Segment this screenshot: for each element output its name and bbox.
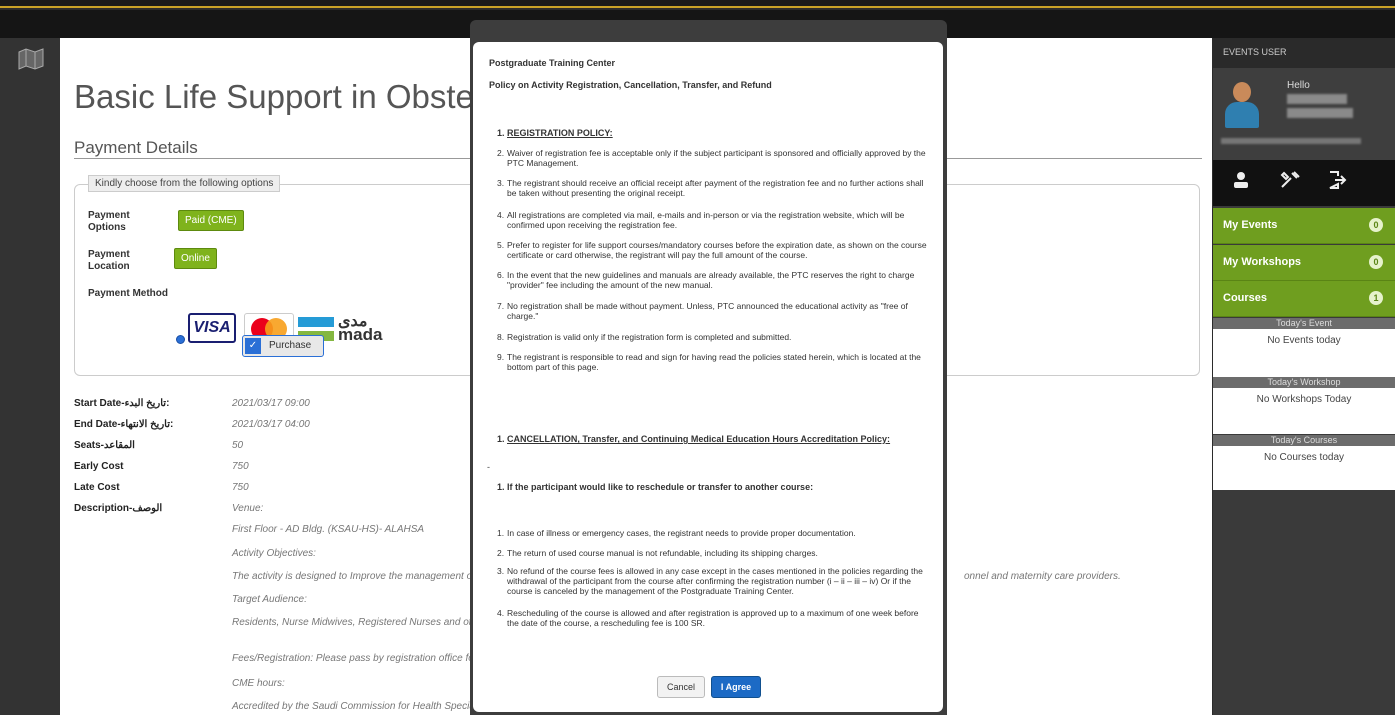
registration-heading: 1. REGISTRATION POLICY:	[497, 128, 613, 138]
todays-courses-box: No Courses today	[1213, 446, 1395, 490]
cancel-button[interactable]: Cancel	[657, 676, 705, 698]
detail-label: Seats-المقاعد	[74, 440, 135, 451]
menu-label: My Workshops	[1223, 256, 1302, 268]
menu-label: My Events	[1223, 219, 1278, 231]
detail-label: End Date-تاريخ الانتهاء:	[74, 419, 174, 430]
page-title: Basic Life Support in Obstetric	[74, 78, 518, 115]
count-badge: 1	[1369, 291, 1383, 305]
user-toolbar	[1213, 160, 1395, 206]
todays-workshop-box: No Workshops Today	[1213, 388, 1395, 434]
detail-value: 750	[232, 482, 249, 493]
hello-text: Hello	[1287, 80, 1310, 91]
modal-policy-title: Policy on Activity Registration, Cancell…	[489, 80, 772, 90]
todays-event-header: Today's Event	[1213, 318, 1395, 329]
mada-text: mada	[338, 325, 383, 344]
separator-dash: -	[487, 462, 490, 472]
left-nav-column	[0, 38, 60, 715]
description-line: The activity is designed to Improve the …	[232, 571, 475, 582]
todays-courses-header: Today's Courses	[1213, 435, 1395, 446]
description-line: Fees/Registration: Please pass by regist…	[232, 653, 478, 664]
tools-icon[interactable]	[1279, 170, 1301, 196]
todays-event-box: No Events today	[1213, 329, 1395, 377]
section-title: Payment Details	[74, 138, 198, 157]
user-card: Hello	[1213, 68, 1395, 160]
count-badge: 0	[1369, 218, 1383, 232]
registration-heading-text: REGISTRATION POLICY:	[507, 128, 613, 138]
modal-org: Postgraduate Training Center	[489, 58, 616, 68]
avatar	[1223, 82, 1261, 130]
purchase-label: Purchase	[269, 340, 312, 351]
reschedule-heading-text: If the participant would like to resched…	[507, 482, 814, 492]
description-line: Residents, Nurse Midwives, Registered Nu…	[232, 617, 483, 628]
detail-value: 750	[232, 461, 249, 472]
description-line: Accredited by the Saudi Commission for H…	[232, 701, 478, 712]
sidebar-header: EVENTS USER	[1213, 38, 1395, 68]
detail-label: Early Cost	[74, 461, 124, 472]
payment-method-radio[interactable]	[176, 335, 185, 344]
policy-modal: Postgraduate Training Center Policy on A…	[473, 42, 943, 712]
options-legend: Kindly choose from the following options	[88, 175, 281, 192]
purchase-button[interactable]: ✓ Purchase	[242, 335, 324, 357]
agree-button[interactable]: I Agree	[711, 676, 761, 698]
payment-options-button[interactable]: Paid (CME)	[178, 210, 244, 231]
redacted-name	[1287, 108, 1353, 118]
payment-options-label: Payment Options	[88, 210, 130, 233]
count-badge: 0	[1369, 255, 1383, 269]
redacted-email	[1221, 138, 1361, 144]
detail-value: Venue:	[232, 503, 264, 514]
description-line: Activity Objectives:	[232, 548, 316, 559]
payment-location-button[interactable]: Online	[174, 248, 217, 269]
check-icon: ✓	[245, 338, 261, 354]
todays-workshop-header: Today's Workshop	[1213, 377, 1395, 388]
menu-label: Courses	[1223, 292, 1268, 304]
map-icon[interactable]	[18, 48, 44, 70]
detail-label: Description-الوصف	[74, 503, 163, 514]
menu-courses[interactable]: Courses 1	[1213, 281, 1395, 317]
description-line: First Floor - AD Bldg. (KSAU-HS)- ALAHSA	[232, 524, 425, 535]
payment-location-label: Payment Location	[88, 249, 130, 272]
detail-value: 50	[232, 440, 244, 451]
description-line: CME hours:	[232, 678, 285, 689]
cancellation-heading-text: CANCELLATION, Transfer, and Continuing M…	[507, 434, 891, 444]
description-line: Target Audience:	[232, 594, 307, 605]
payment-method-label: Payment Method	[88, 288, 169, 299]
menu-my-workshops[interactable]: My Workshops 0	[1213, 245, 1395, 281]
menu-my-events[interactable]: My Events 0	[1213, 208, 1395, 244]
detail-label: Start Date-تاريخ البدء:	[74, 398, 170, 409]
detail-value: 2021/03/17 04:00	[232, 419, 310, 430]
cancellation-heading: 1. CANCELLATION, Transfer, and Continuin…	[497, 434, 891, 444]
description-line-tail: onnel and maternity care providers.	[964, 571, 1121, 582]
visa-logo: VISA	[188, 313, 236, 343]
top-accent-bar	[0, 0, 1395, 8]
detail-label: Late Cost	[74, 482, 120, 493]
reschedule-heading: 1. If the participant would like to resc…	[497, 482, 814, 492]
right-sidebar: EVENTS USER Hello My Events 0 My Worksho…	[1213, 38, 1395, 715]
redacted-name	[1287, 94, 1347, 104]
detail-value: 2021/03/17 09:00	[232, 398, 310, 409]
user-icon[interactable]	[1231, 170, 1251, 196]
logout-icon[interactable]	[1327, 170, 1347, 196]
